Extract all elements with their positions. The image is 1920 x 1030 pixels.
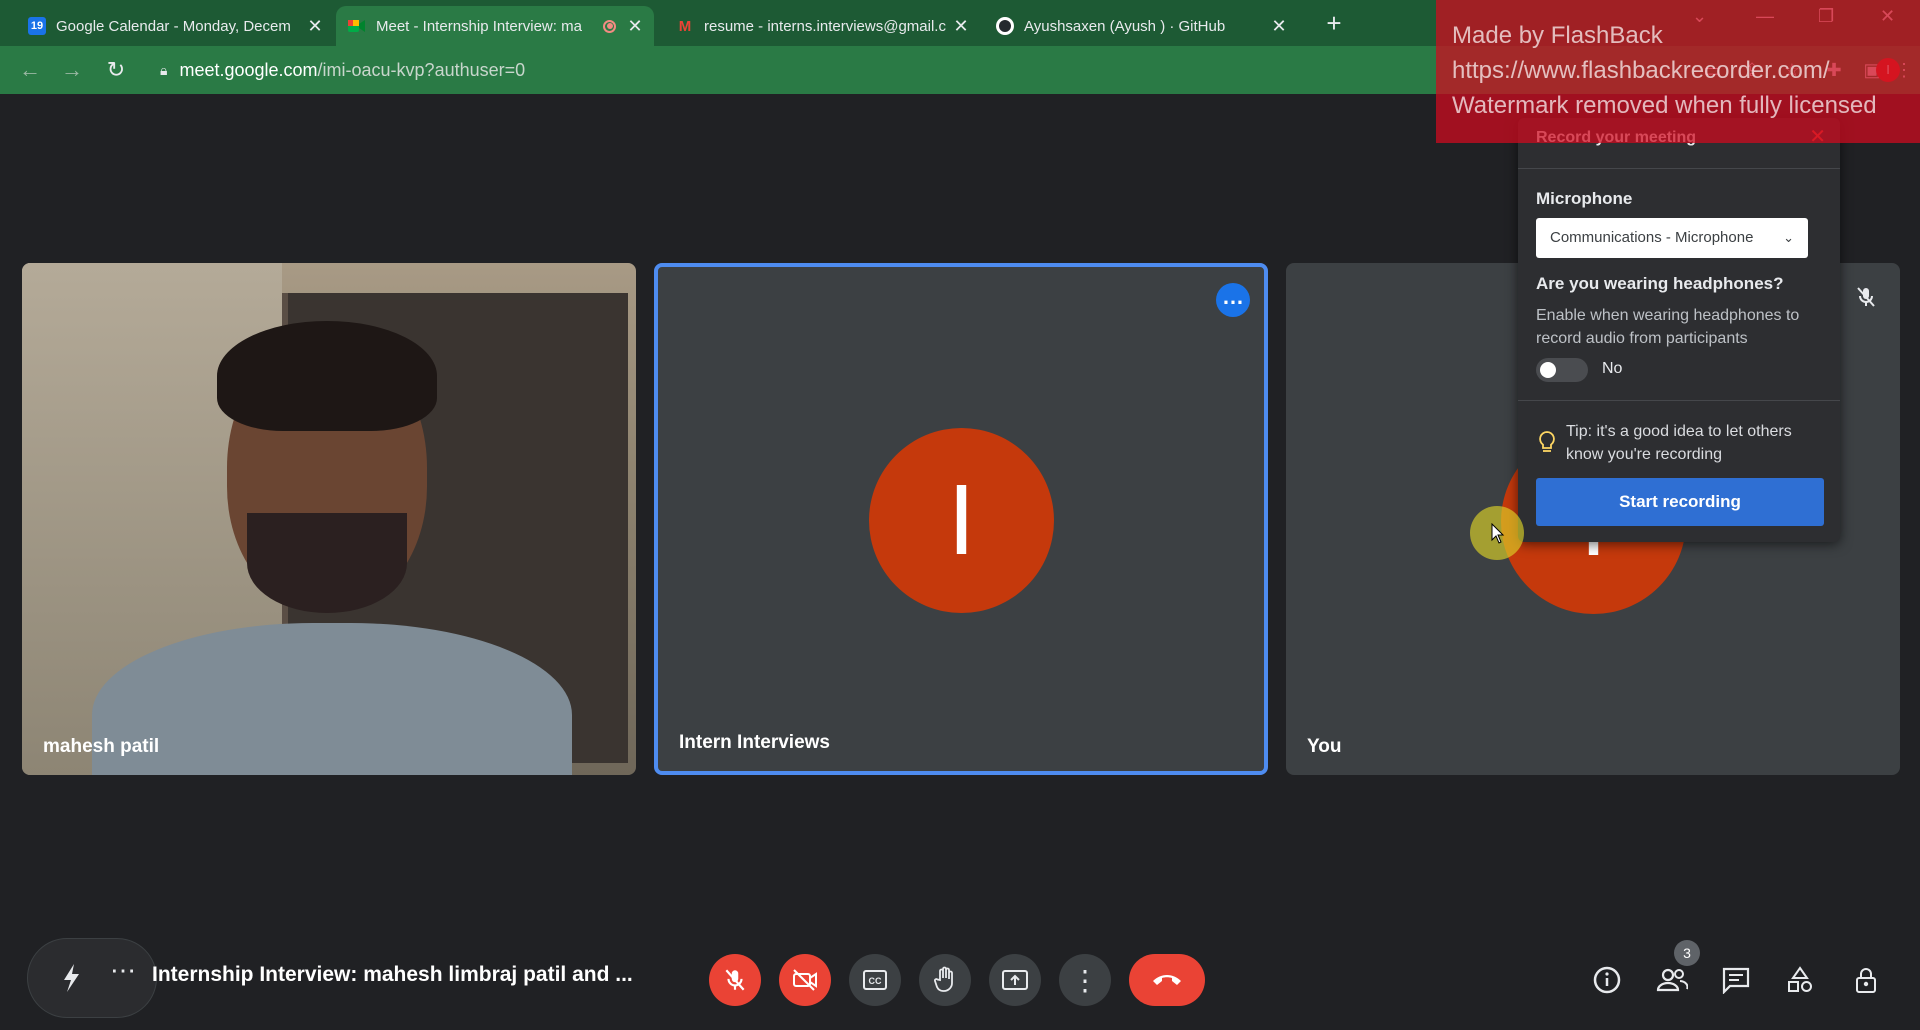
headphones-description: Enable when wearing headphones to record…	[1536, 307, 1800, 347]
mic-toggle-button[interactable]	[709, 954, 761, 1006]
chat-icon	[1722, 967, 1750, 994]
avatar: I	[869, 428, 1054, 613]
tab-google-calendar[interactable]: 19 Google Calendar - Monday, Decem ✕	[16, 6, 334, 46]
participant-name: Intern Interviews	[679, 732, 830, 753]
start-recording-button[interactable]: Start recording	[1536, 478, 1824, 526]
microphone-select-value: Communications - Microphone	[1550, 229, 1754, 246]
microphone-label: Microphone	[1536, 189, 1633, 208]
people-icon	[1656, 968, 1688, 992]
captions-button[interactable]: CC	[849, 954, 901, 1006]
lightbulb-icon	[1539, 431, 1555, 452]
sparkle-effects-icon[interactable]	[54, 961, 88, 995]
camera-toggle-button[interactable]	[779, 954, 831, 1006]
participant-video	[22, 263, 636, 775]
tab-github[interactable]: Ayushsaxen (Ayush ) · GitHub ✕	[984, 6, 1298, 46]
github-icon	[996, 17, 1014, 35]
meeting-details-button[interactable]	[1585, 958, 1629, 1002]
tab-close-icon[interactable]: ✕	[304, 16, 326, 37]
tab-close-icon[interactable]: ✕	[950, 16, 972, 37]
mic-off-icon	[725, 969, 745, 991]
divider	[1518, 400, 1840, 401]
tab-close-icon[interactable]: ✕	[624, 16, 646, 37]
mic-muted-icon	[1857, 287, 1875, 307]
mouse-cursor-icon	[1491, 523, 1505, 544]
people-count-badge: 3	[1674, 940, 1700, 966]
present-screen-button[interactable]	[989, 954, 1041, 1006]
participant-tile-mahesh[interactable]: mahesh patil	[22, 263, 636, 775]
more-options-button[interactable]: ⋮	[1059, 954, 1111, 1006]
raise-hand-button[interactable]	[919, 954, 971, 1006]
leave-call-button[interactable]	[1129, 954, 1205, 1006]
meeting-activities-pill: ⋯	[27, 938, 157, 1018]
meet-icon	[348, 17, 366, 35]
host-controls-button[interactable]	[1844, 958, 1888, 1002]
microphone-select[interactable]: Communications - Microphone ⌄	[1536, 218, 1808, 258]
chevron-down-icon: ⌄	[1783, 230, 1794, 245]
tab-close-icon[interactable]: ✕	[1268, 16, 1290, 37]
more-vert-icon: ⋮	[1071, 964, 1099, 996]
address-bar[interactable]: 🔒︎ meet.google.com/imi-oacu-kvp?authuser…	[150, 52, 1430, 88]
recording-tip: Tip: it's a good idea to let others know…	[1566, 423, 1792, 463]
tab-gmail[interactable]: M resume - interns.interviews@gmail.c ✕	[664, 6, 980, 46]
lock-person-icon	[1856, 968, 1876, 993]
tab-title: Meet - Internship Interview: ma	[376, 17, 582, 35]
gmail-icon: M	[678, 17, 692, 35]
new-tab-button[interactable]: +	[1318, 8, 1350, 40]
info-icon	[1593, 966, 1621, 994]
back-button[interactable]: ←	[16, 56, 44, 84]
participant-name: mahesh patil	[43, 736, 160, 757]
participant-tile-intern-interviews[interactable]: I … Intern Interviews	[654, 263, 1268, 775]
participant-name: You	[1307, 736, 1342, 757]
hang-up-icon	[1153, 975, 1181, 985]
tab-google-meet[interactable]: Meet - Internship Interview: ma ✕	[336, 6, 654, 46]
chat-button[interactable]	[1714, 958, 1758, 1002]
activities-shapes-icon	[1788, 966, 1812, 992]
more-options-icon[interactable]: …	[1216, 283, 1250, 317]
divider	[1518, 168, 1840, 169]
activities-button[interactable]	[1778, 958, 1822, 1002]
tab-title: Ayushsaxen (Ayush ) · GitHub	[1024, 17, 1226, 35]
present-screen-icon	[1002, 970, 1028, 990]
headphones-question: Are you wearing headphones?	[1536, 274, 1784, 293]
more-activities-icon[interactable]: ⋯	[110, 955, 136, 986]
reload-button[interactable]: ↻	[102, 56, 130, 84]
tab-title: resume - interns.interviews@gmail.c	[704, 17, 946, 35]
calendar-icon: 19	[28, 17, 46, 35]
toggle-state-label: No	[1602, 360, 1623, 377]
flashback-watermark: Made by FlashBack https://www.flashbackr…	[1436, 0, 1920, 143]
camera-off-icon	[793, 969, 817, 991]
record-meeting-popup: Record your meeting ✕ Microphone Communi…	[1518, 118, 1840, 542]
lock-icon: 🔒︎	[160, 61, 168, 78]
hand-icon	[934, 966, 953, 992]
people-button[interactable]: 3	[1650, 940, 1700, 1002]
tab-title: Google Calendar - Monday, Decem	[56, 17, 291, 35]
recording-indicator-icon	[603, 19, 616, 33]
svg-text:CC: CC	[869, 976, 882, 986]
forward-button[interactable]: →	[58, 56, 86, 84]
headphones-toggle[interactable]	[1536, 358, 1588, 382]
closed-captions-icon: CC	[863, 970, 887, 990]
url-text: meet.google.com/imi-oacu-kvp?authuser=0	[179, 59, 526, 80]
meeting-title: Internship Interview: mahesh limbraj pat…	[152, 963, 632, 986]
